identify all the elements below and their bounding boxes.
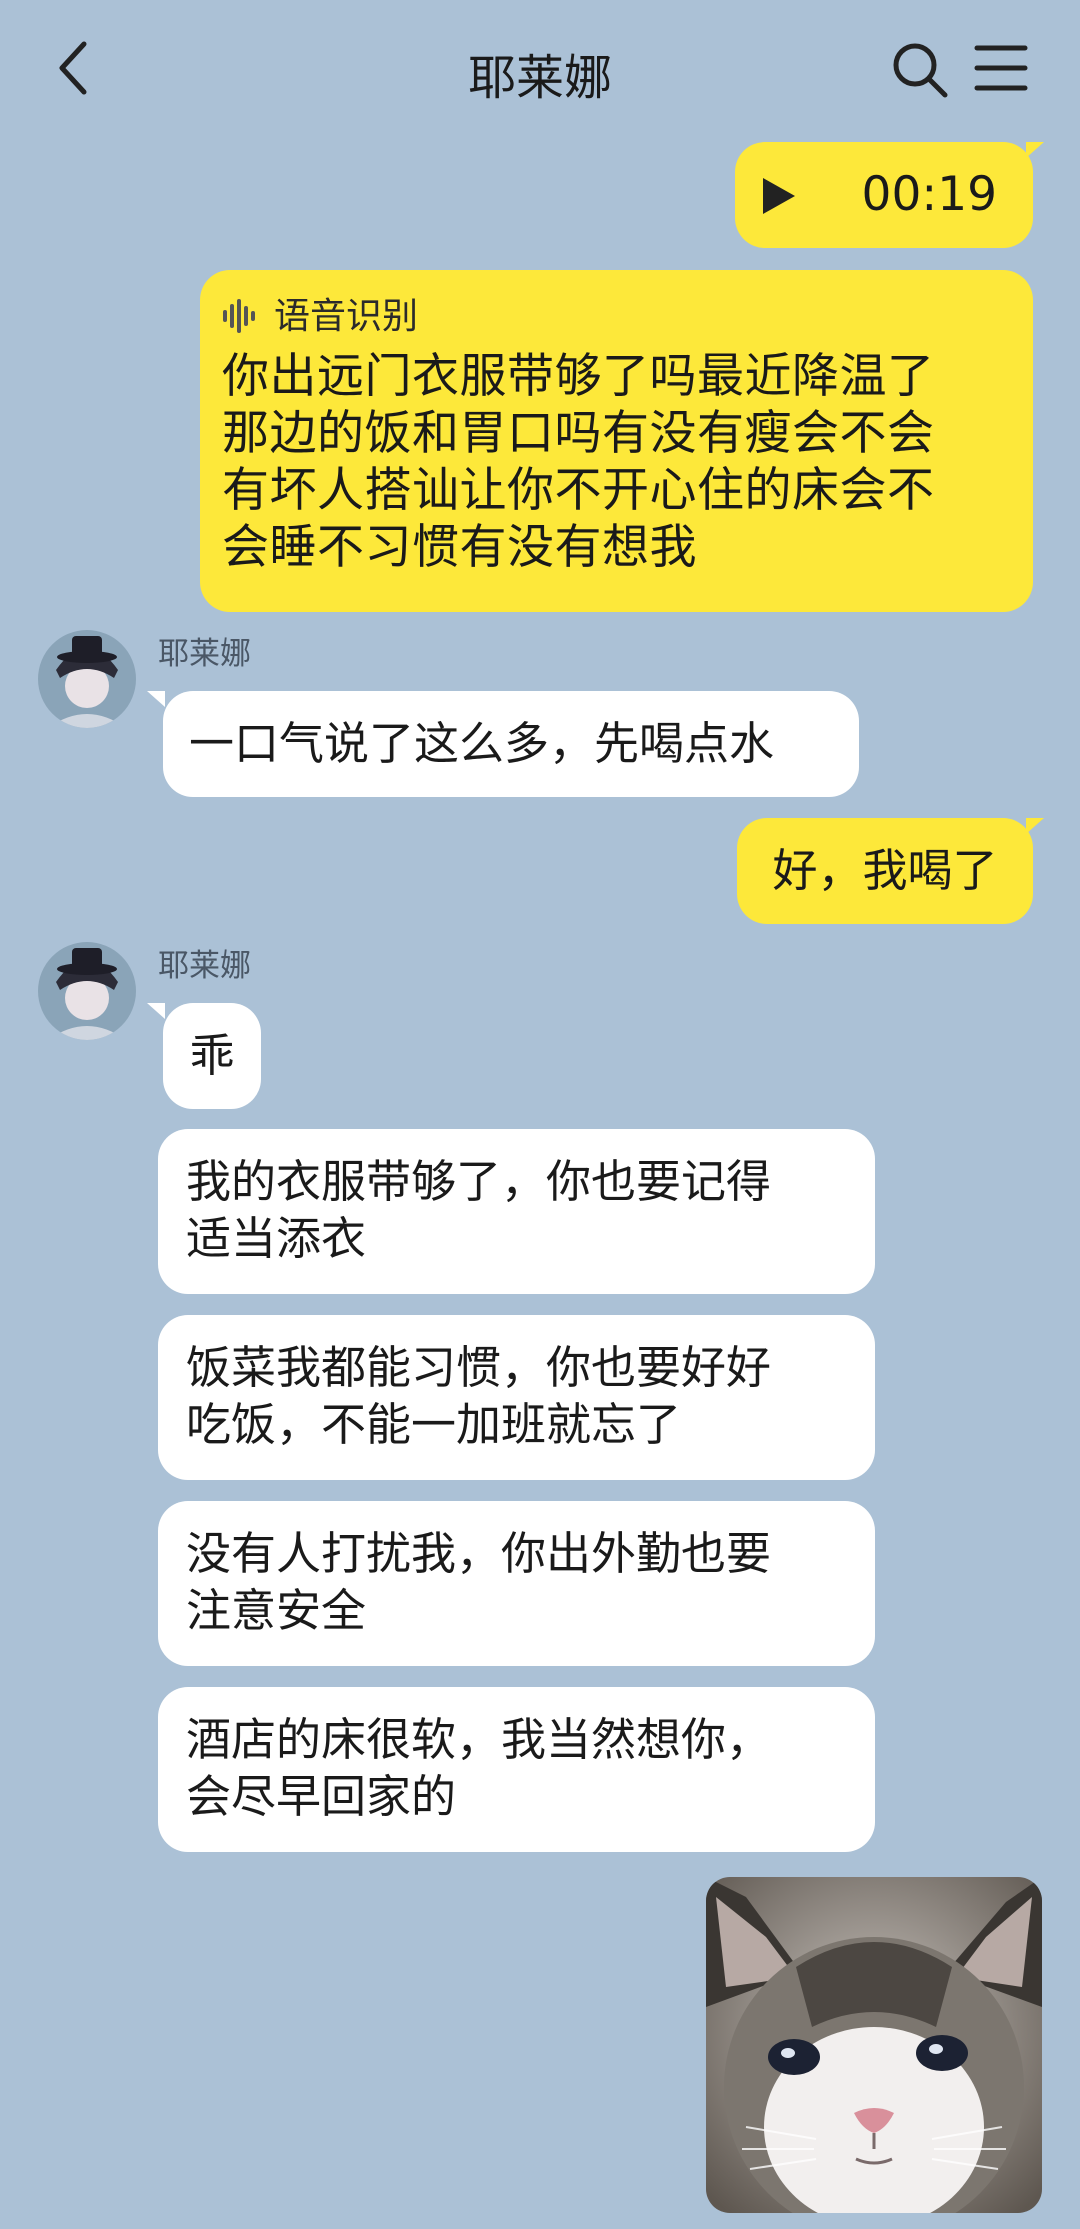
bubble-tail: [1026, 818, 1044, 834]
incoming-message-bubble[interactable]: 饭菜我都能习惯，你也要好好 吃饭，不能一加班就忘了: [158, 1315, 875, 1480]
voice-duration: 00:19: [861, 167, 997, 222]
message-text: 好，我喝了: [772, 844, 998, 897]
transcript-line: 会睡不习惯有没有想我: [222, 520, 697, 575]
message-line: 酒店的床很软，我当然想你，: [186, 1713, 772, 1766]
menu-icon[interactable]: [974, 42, 1028, 94]
message-text: 一口气说了这么多，先喝点水: [189, 717, 775, 770]
contact-avatar[interactable]: [38, 942, 136, 1040]
incoming-message-bubble[interactable]: 没有人打扰我，你出外勤也要 注意安全: [158, 1501, 875, 1666]
voice-transcript-bubble[interactable]: 语音识别 你出远门衣服带够了吗最近降温了 那边的饭和胃口吗有没有瘦会不会 有坏人…: [200, 270, 1033, 612]
sender-name: 耶莱娜: [158, 636, 251, 672]
message-line: 适当添衣: [186, 1212, 367, 1265]
transcript-line: 你出远门衣服带够了吗最近降温了: [222, 349, 935, 404]
message-line: 饭菜我都能习惯，你也要好好: [186, 1341, 772, 1394]
message-text: 乖: [189, 1029, 235, 1082]
bubble-tail: [147, 691, 165, 707]
chat-header: 耶莱娜: [0, 0, 1080, 140]
bubble-tail: [147, 1003, 165, 1019]
transcript-header: 语音识别: [222, 296, 1009, 338]
transcript-line: 有坏人搭讪让你不开心住的床会不: [222, 463, 935, 518]
message-line: 注意安全: [186, 1584, 367, 1637]
bubble-tail: [1026, 142, 1044, 158]
message-line: 会尽早回家的: [186, 1770, 457, 1823]
message-line: 我的衣服带够了，你也要记得: [186, 1155, 772, 1208]
play-icon[interactable]: [761, 172, 797, 229]
contact-avatar[interactable]: [38, 630, 136, 728]
sender-name: 耶莱娜: [158, 948, 251, 984]
sticker-image[interactable]: [706, 1877, 1042, 2213]
message-line: 没有人打扰我，你出外勤也要: [186, 1527, 772, 1580]
chat-screen: 耶莱娜 00:19 语音识别 你出远门衣服带够了吗最近降温了 那边的饭和胃口吗有…: [0, 0, 1080, 2229]
incoming-message-bubble[interactable]: 一口气说了这么多，先喝点水: [163, 691, 859, 797]
incoming-message-bubble[interactable]: 乖: [163, 1003, 261, 1109]
outgoing-message-bubble[interactable]: 好，我喝了: [737, 818, 1033, 924]
waveform-icon: [222, 289, 260, 346]
message-line: 吃饭，不能一加班就忘了: [186, 1398, 682, 1451]
transcript-text: 你出远门衣服带够了吗最近降温了 那边的饭和胃口吗有没有瘦会不会 有坏人搭讪让你不…: [222, 348, 1009, 576]
transcript-label: 语音识别: [274, 296, 419, 337]
search-icon[interactable]: [890, 40, 950, 100]
voice-message-bubble[interactable]: 00:19: [735, 142, 1033, 248]
transcript-line: 那边的饭和胃口吗有没有瘦会不会: [222, 406, 935, 461]
incoming-message-bubble[interactable]: 我的衣服带够了，你也要记得 适当添衣: [158, 1129, 875, 1294]
incoming-message-bubble[interactable]: 酒店的床很软，我当然想你， 会尽早回家的: [158, 1687, 875, 1852]
